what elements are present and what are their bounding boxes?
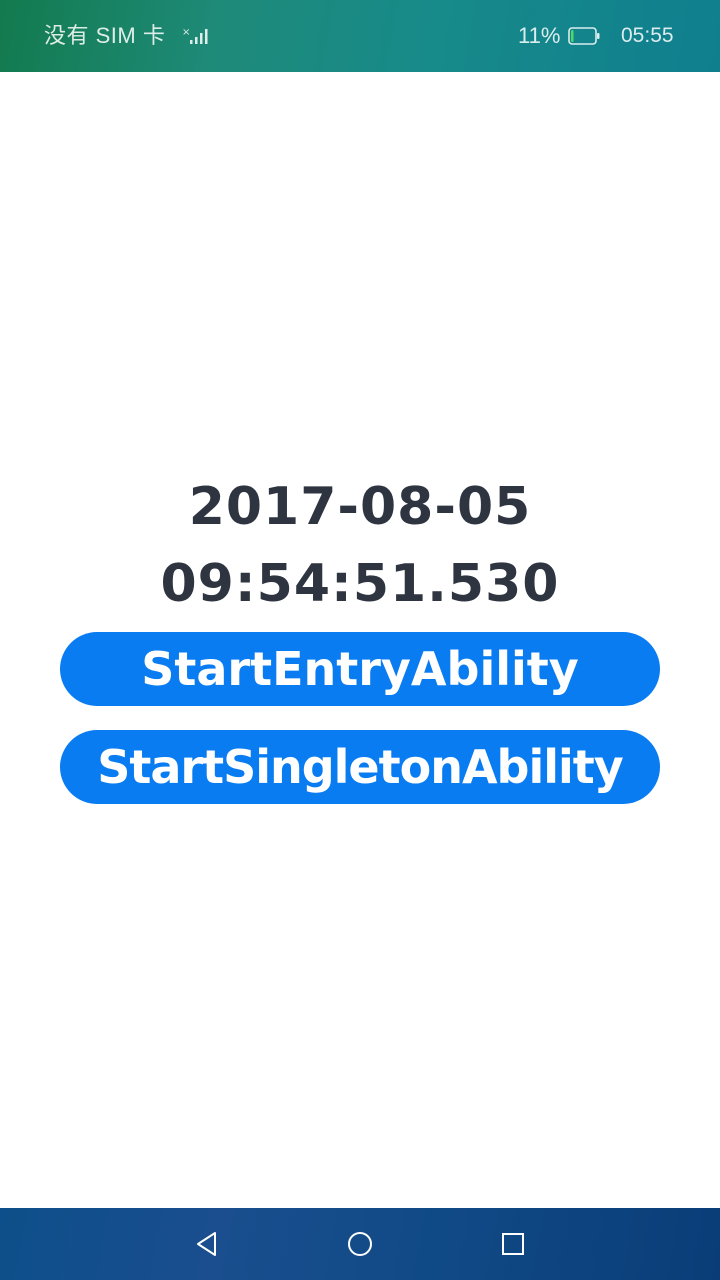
battery-icon — [568, 26, 600, 46]
home-icon[interactable] — [342, 1226, 378, 1262]
carrier-label: 没有 SIM 卡 — [44, 23, 166, 48]
date-display: 2017-08-05 — [188, 477, 532, 537]
signal-icon: × — [182, 26, 210, 46]
status-bar: 没有 SIM 卡 × 11% 05:55 — [0, 0, 720, 72]
navigation-bar — [0, 1208, 720, 1280]
battery-percent: 11% — [518, 23, 561, 48]
main-content: 2017-08-05 09:54:51.530 StartEntryAbilit… — [0, 72, 720, 1208]
svg-text:×: × — [182, 27, 190, 38]
recent-apps-icon[interactable] — [495, 1226, 531, 1262]
start-singleton-ability-button[interactable]: StartSingletonAbility — [60, 730, 660, 804]
back-icon[interactable] — [189, 1226, 225, 1262]
time-display: 09:54:51.530 — [160, 554, 560, 614]
start-entry-ability-button[interactable]: StartEntryAbility — [60, 632, 660, 706]
status-clock: 05:55 — [621, 24, 674, 47]
